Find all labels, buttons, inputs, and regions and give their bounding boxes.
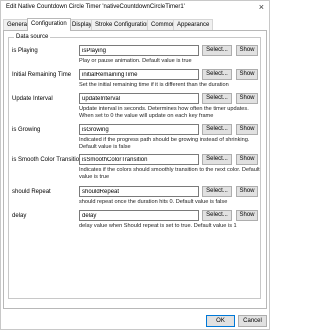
field-description: delay value when Should repeat is set to… xyxy=(79,223,237,229)
field-label: is Smooth Color Transition xyxy=(12,157,83,163)
cancel-button[interactable]: Cancel xyxy=(238,315,267,327)
field-description: Indicates if the colors should smoothly … xyxy=(79,167,260,180)
field-label: Update Interval xyxy=(12,96,53,102)
ok-button[interactable]: OK xyxy=(206,315,235,327)
delay-select-button[interactable]: Select... xyxy=(202,210,232,221)
field-description: Update interval in seconds. Determines h… xyxy=(79,106,249,119)
field-description: Indicated if the progress path should be… xyxy=(79,137,250,150)
close-icon[interactable]: × xyxy=(259,2,264,13)
is-growing-select-button[interactable]: Select... xyxy=(202,124,232,135)
update-interval-input[interactable] xyxy=(79,93,199,104)
title-bar: Edit Native Countdown Circle Timer 'nati… xyxy=(1,1,269,15)
should-repeat-show-button[interactable]: Show xyxy=(236,186,258,197)
initial-remaining-time-show-button[interactable]: Show xyxy=(236,69,258,80)
field-description: should repeat once the duration hits 0. … xyxy=(79,199,228,205)
field-description: Play or pause animation. Default value i… xyxy=(79,58,192,64)
should-repeat-input[interactable] xyxy=(79,186,199,197)
update-interval-select-button[interactable]: Select... xyxy=(202,93,232,104)
is-growing-show-button[interactable]: Show xyxy=(236,124,258,135)
field-label: is Growing xyxy=(12,127,41,133)
field-label: should Repeat xyxy=(12,189,51,195)
delay-input[interactable] xyxy=(79,210,199,221)
field-description: Set the initial remaining time if it is … xyxy=(79,82,229,88)
is-smooth-color-transition-input[interactable] xyxy=(79,154,199,165)
initial-remaining-time-input[interactable] xyxy=(79,69,199,80)
initial-remaining-time-select-button[interactable]: Select... xyxy=(202,69,232,80)
edit-dialog: Edit Native Countdown Circle Timer 'nati… xyxy=(0,0,270,330)
field-label: delay xyxy=(12,213,27,219)
is-playing-show-button[interactable]: Show xyxy=(236,45,258,56)
dialog-title: Edit Native Countdown Circle Timer 'nati… xyxy=(6,4,185,10)
group-title: Data source xyxy=(14,34,51,40)
field-label: is Playing xyxy=(12,48,38,54)
data-source-group: Data source is Playing Select... Show Pl… xyxy=(8,34,261,299)
update-interval-show-button[interactable]: Show xyxy=(236,93,258,104)
configuration-panel: Data source is Playing Select... Show Pl… xyxy=(3,30,267,309)
is-growing-input[interactable] xyxy=(79,124,199,135)
is-smooth-color-transition-show-button[interactable]: Show xyxy=(236,154,258,165)
tab-appearance[interactable]: Appearance xyxy=(173,19,214,30)
field-label: Initial Remaining Time xyxy=(12,72,72,78)
delay-show-button[interactable]: Show xyxy=(236,210,258,221)
is-playing-input[interactable] xyxy=(79,45,199,56)
tab-configuration[interactable]: Configuration xyxy=(27,18,71,31)
is-smooth-color-transition-select-button[interactable]: Select... xyxy=(202,154,232,165)
is-playing-select-button[interactable]: Select... xyxy=(202,45,232,56)
should-repeat-select-button[interactable]: Select... xyxy=(202,186,232,197)
tab-stroke-configuration[interactable]: Stroke Configuration xyxy=(91,19,154,30)
